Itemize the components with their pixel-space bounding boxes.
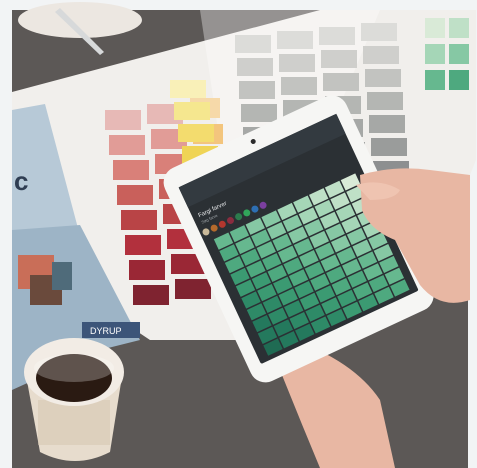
gray-swatch bbox=[321, 50, 357, 68]
gray-swatch bbox=[369, 115, 405, 133]
gray-swatch bbox=[279, 54, 315, 72]
deck-green-swatch bbox=[425, 70, 445, 90]
yellow-swatch bbox=[174, 102, 210, 120]
yellow-swatch bbox=[178, 124, 214, 142]
deck-green-swatch bbox=[425, 44, 445, 64]
gray-swatch bbox=[281, 77, 317, 95]
frame-left bbox=[0, 0, 12, 468]
red-swatch bbox=[125, 235, 161, 255]
brochure-letter: c bbox=[14, 166, 28, 196]
gray-swatch bbox=[371, 138, 407, 156]
gray-swatch bbox=[235, 35, 271, 53]
gray-swatch bbox=[361, 23, 397, 41]
red-swatch bbox=[113, 160, 149, 180]
red-swatch bbox=[117, 185, 153, 205]
gray-swatch bbox=[277, 31, 313, 49]
red-swatch bbox=[105, 110, 141, 130]
gray-swatch bbox=[365, 69, 401, 87]
gray-swatch bbox=[367, 92, 403, 110]
deck-green-swatch bbox=[449, 44, 469, 64]
red-swatch bbox=[109, 135, 145, 155]
red-swatch bbox=[133, 285, 169, 305]
red-swatch bbox=[129, 260, 165, 280]
deck-green-swatch bbox=[449, 70, 469, 90]
red-swatch bbox=[175, 279, 211, 299]
red-swatch bbox=[121, 210, 157, 230]
coffee-cup bbox=[24, 338, 124, 461]
deck-green-swatch bbox=[425, 18, 445, 38]
gray-swatch bbox=[241, 104, 277, 122]
brand-logo: DYRUP bbox=[90, 326, 122, 336]
deck-green-swatch bbox=[449, 18, 469, 38]
gray-swatch bbox=[319, 27, 355, 45]
gray-swatch bbox=[237, 58, 273, 76]
gray-swatch bbox=[363, 46, 399, 64]
gray-swatch bbox=[239, 81, 275, 99]
gray-swatch bbox=[323, 73, 359, 91]
photo-scene: c DYRUP Fargi farver Søg farve bbox=[0, 0, 477, 468]
yellow-swatch bbox=[170, 80, 206, 98]
